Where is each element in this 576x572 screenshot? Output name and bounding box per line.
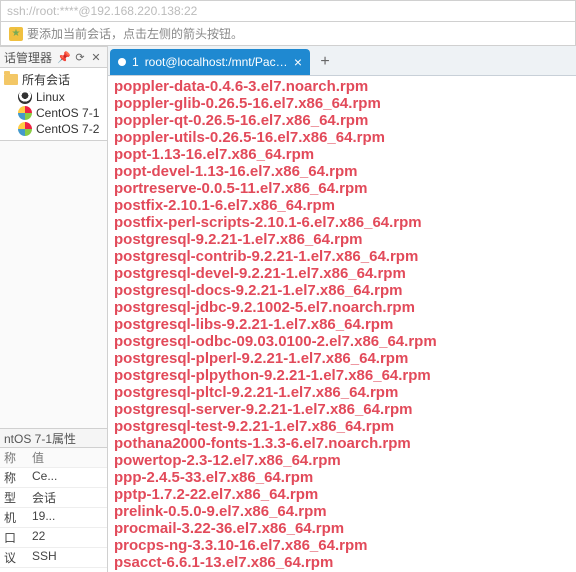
add-tab-button[interactable]: + [312, 49, 338, 75]
linux-icon [18, 90, 32, 104]
tree-item[interactable]: Linux [0, 89, 107, 105]
terminal-line: portreserve-0.0.5-11.el7.x86_64.rpm [114, 180, 570, 197]
content-area: 1 root@localhost:/mnt/Packa... × + poppl… [108, 46, 576, 572]
properties-row: 称Ce... [0, 468, 107, 488]
tree-item-label: CentOS 7-2 [36, 122, 99, 136]
tab-label: root@localhost:/mnt/Packa... [145, 55, 288, 69]
tab-status-icon [118, 58, 126, 66]
terminal-line: poppler-data-0.4.6-3.el7.noarch.rpm [114, 78, 570, 95]
tab-active[interactable]: 1 root@localhost:/mnt/Packa... × [110, 49, 310, 75]
sidebar: 话管理器 📌 ⟳ ✕ 所有会话 Linux CentOS 7-1 CentOS 7-2… [0, 46, 108, 572]
close-icon[interactable]: ✕ [89, 50, 103, 64]
tree-item-label: Linux [36, 90, 65, 104]
terminal-line: postgresql-test-9.2.21-1.el7.x86_64.rpm [114, 418, 570, 435]
terminal-line: postgresql-contrib-9.2.21-1.el7.x86_64.r… [114, 248, 570, 265]
terminal-line: popt-devel-1.13-16.el7.x86_64.rpm [114, 163, 570, 180]
tree-spacer [0, 140, 107, 428]
terminal-line: postgresql-odbc-09.03.0100-2.el7.x86_64.… [114, 333, 570, 350]
tree-item[interactable]: CentOS 7-2 [0, 121, 107, 137]
tab-index: 1 [132, 55, 139, 69]
properties-headers: 称 值 [0, 448, 107, 468]
terminal-line: postgresql-server-9.2.21-1.el7.x86_64.rp… [114, 401, 570, 418]
tree-item[interactable]: CentOS 7-1 [0, 105, 107, 121]
centos-icon [18, 122, 32, 136]
terminal-line: pptp-1.7.2-22.el7.x86_64.rpm [114, 486, 570, 503]
terminal-line: postgresql-libs-9.2.21-1.el7.x86_64.rpm [114, 316, 570, 333]
terminal-line: psacct-6.6.1-13.el7.x86_64.rpm [114, 554, 570, 571]
terminal-line: powertop-2.3-12.el7.x86_64.rpm [114, 452, 570, 469]
tree-item[interactable]: 所有会话 [0, 70, 107, 89]
tab-bar: 1 root@localhost:/mnt/Packa... × + [108, 46, 576, 76]
terminal-line: prelink-0.5.0-9.el7.x86_64.rpm [114, 503, 570, 520]
terminal-line: postgresql-plperl-9.2.21-1.el7.x86_64.rp… [114, 350, 570, 367]
pin-icon[interactable]: 📌 [57, 50, 71, 64]
terminal-line: postfix-2.10.1-6.el7.x86_64.rpm [114, 197, 570, 214]
terminal-line: postgresql-devel-9.2.21-1.el7.x86_64.rpm [114, 265, 570, 282]
terminal-line: postgresql-docs-9.2.21-1.el7.x86_64.rpm [114, 282, 570, 299]
hint-text: 要添加当前会话，点击左侧的箭头按钮。 [27, 25, 243, 42]
terminal-line: poppler-glib-0.26.5-16.el7.x86_64.rpm [114, 95, 570, 112]
properties-row: 型会话 [0, 488, 107, 508]
terminal-line: postgresql-pltcl-9.2.21-1.el7.x86_64.rpm [114, 384, 570, 401]
address-text: ssh://root:****@192.168.220.138:22 [7, 4, 197, 18]
terminal-line: procmail-3.22-36.el7.x86_64.rpm [114, 520, 570, 537]
terminal-output[interactable]: poppler-data-0.4.6-3.el7.noarch.rpmpoppl… [108, 76, 576, 572]
refresh-icon[interactable]: ⟳ [73, 50, 87, 64]
terminal-line: pothana2000-fonts-1.3.3-6.el7.noarch.rpm [114, 435, 570, 452]
terminal-line: postgresql-jdbc-9.2.1002-5.el7.noarch.rp… [114, 299, 570, 316]
terminal-line: postgresql-plpython-9.2.21-1.el7.x86_64.… [114, 367, 570, 384]
tree-item-label: CentOS 7-1 [36, 106, 99, 120]
hint-bar: ★ 要添加当前会话，点击左侧的箭头按钮。 [0, 22, 576, 46]
session-manager-header: 话管理器 📌 ⟳ ✕ [0, 46, 107, 68]
folder-icon [4, 74, 18, 85]
properties-header: ntOS 7-1属性 [0, 428, 107, 448]
tree-item-label: 所有会话 [22, 71, 70, 88]
properties-row: 议SSH [0, 548, 107, 568]
properties-row: 口22 [0, 528, 107, 548]
terminal-line: procps-ng-3.3.10-16.el7.x86_64.rpm [114, 537, 570, 554]
properties-table: 称 值 称Ce...型会话机19...口22议SSH [0, 448, 107, 572]
terminal-line: postgresql-9.2.21-1.el7.x86_64.rpm [114, 231, 570, 248]
terminal-line: popt-1.13-16.el7.x86_64.rpm [114, 146, 570, 163]
tab-close-icon[interactable]: × [294, 54, 302, 70]
terminal-line: postfix-perl-scripts-2.10.1-6.el7.x86_64… [114, 214, 570, 231]
address-bar[interactable]: ssh://root:****@192.168.220.138:22 [0, 0, 576, 22]
terminal-line: poppler-utils-0.26.5-16.el7.x86_64.rpm [114, 129, 570, 146]
panel-title: 话管理器 [4, 49, 52, 66]
properties-row: 机19... [0, 508, 107, 528]
terminal-line: poppler-qt-0.26.5-16.el7.x86_64.rpm [114, 112, 570, 129]
centos-icon [18, 106, 32, 120]
bookmark-icon: ★ [9, 27, 23, 41]
terminal-line: ppp-2.4.5-33.el7.x86_64.rpm [114, 469, 570, 486]
session-tree[interactable]: 所有会话 Linux CentOS 7-1 CentOS 7-2 [0, 68, 107, 140]
